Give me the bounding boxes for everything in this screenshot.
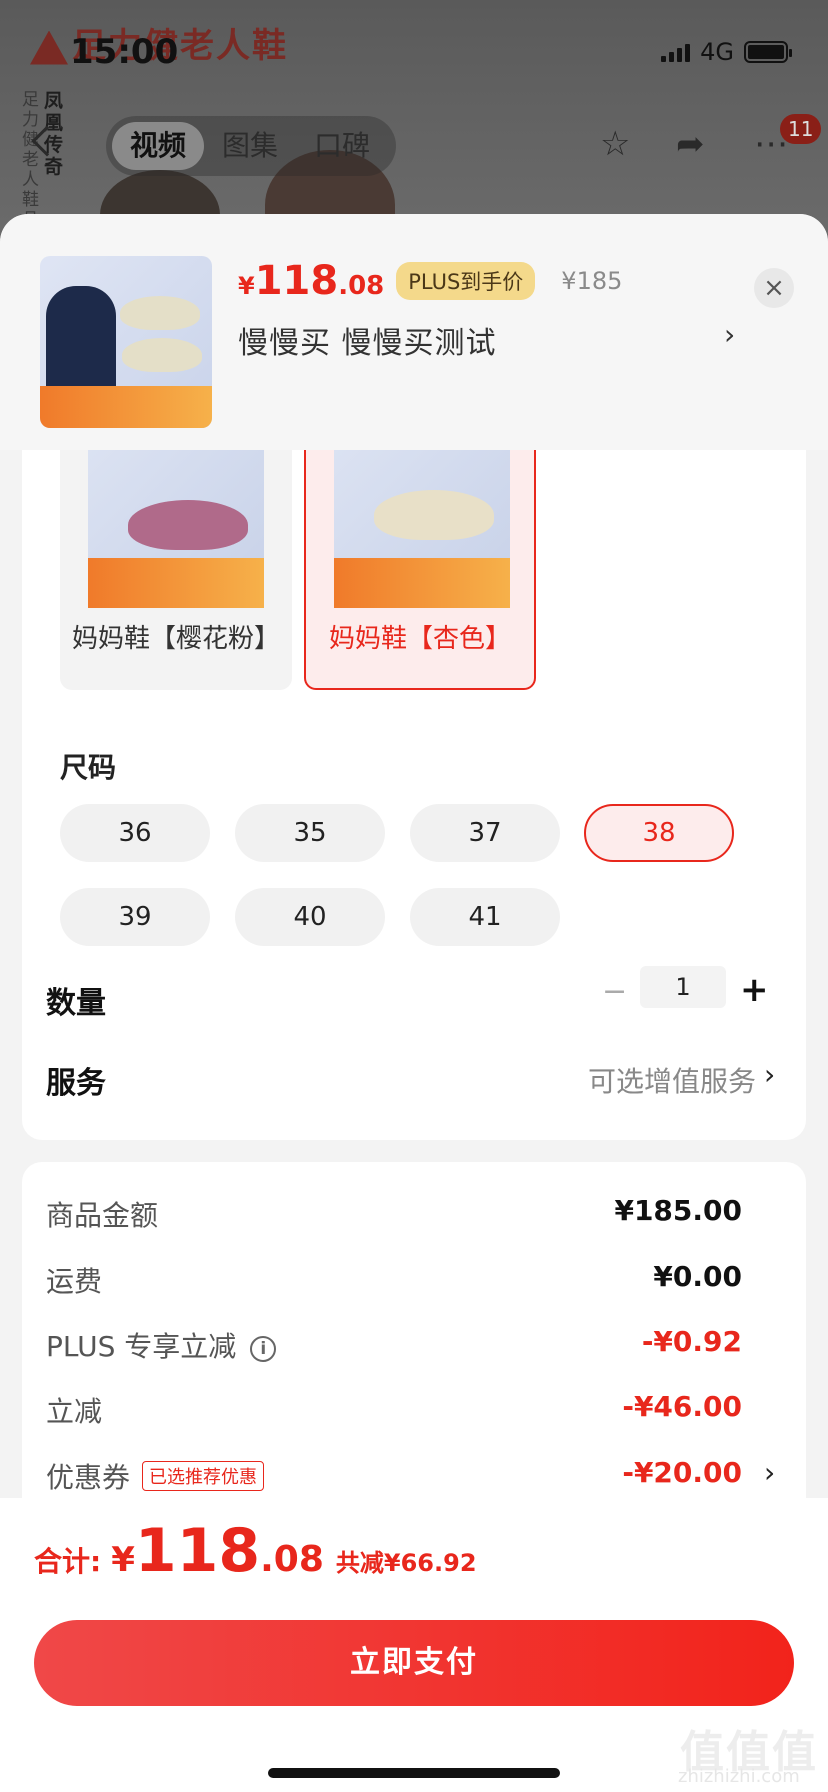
breakdown-label: 立减 (46, 1395, 103, 1428)
price-breakdown: 商品金额 ¥185.00 运费 ¥0.00 PLUS 专享立减 i -¥0.92 … (22, 1162, 806, 1542)
tab-gallery[interactable]: 图集 (204, 122, 296, 170)
tab-reviews[interactable]: 口碑 (296, 122, 388, 170)
breakdown-row: 商品金额 ¥185.00 (22, 1188, 806, 1238)
network-type: 4G (700, 38, 734, 66)
promo-person-image (46, 286, 116, 396)
total-row: 合计: ¥ 118 .08 共减¥66.92 (34, 1516, 477, 1586)
battery-icon (744, 41, 792, 63)
breakdown-value: ¥0.00 (653, 1260, 742, 1293)
shoe-image (122, 338, 202, 372)
status-indicators: 4G (661, 38, 792, 66)
size-option[interactable]: 37 (410, 804, 560, 862)
breakdown-label: 商品金额 (46, 1199, 159, 1232)
product-thumbnail (40, 256, 212, 428)
breakdown-value: -¥0.92 (641, 1325, 742, 1358)
color-option-label: 妈妈鞋【杏色】 (328, 624, 511, 654)
color-option-label: 妈妈鞋【樱花粉】 (71, 624, 280, 654)
breakdown-row: PLUS 专享立减 i -¥0.92 (22, 1319, 806, 1369)
size-option[interactable]: 40 (235, 888, 385, 946)
checkout-footer: 合计: ¥ 118 .08 共减¥66.92 立即支付 值值值 zhizhizh… (0, 1498, 828, 1792)
product-header: ¥ 118 .08 PLUS到手价 ¥185 × 慢慢买 慢慢买测试 › (0, 214, 828, 450)
watermark-url: zhizhizhi.com (678, 1766, 800, 1787)
close-icon[interactable]: × (754, 268, 794, 308)
minus-icon[interactable]: − (602, 974, 627, 1009)
status-time: 15:00 (70, 32, 179, 72)
size-option[interactable]: 39 (60, 888, 210, 946)
star-icon[interactable]: ☆ (600, 124, 630, 164)
shoe-image (120, 296, 200, 330)
quantity-title: 数量 (46, 986, 106, 1021)
currency-symbol: ¥ (238, 272, 255, 300)
media-tabs: 视频 图集 口碑 (106, 116, 396, 176)
price-decimal: .08 (338, 271, 385, 301)
size-option-selected[interactable]: 38 (584, 804, 734, 862)
promo-banner (88, 558, 264, 608)
shoe-image (128, 500, 248, 550)
notification-badge: 11 (780, 114, 822, 144)
breakdown-row: 立减 -¥46.00 (22, 1384, 806, 1434)
color-option-pink[interactable]: 妈妈鞋【樱花粉】 (60, 450, 292, 690)
tab-video[interactable]: 视频 (112, 122, 205, 170)
share-icon[interactable]: ➦ (676, 124, 705, 164)
price-integer: 118 (254, 258, 339, 304)
currency-symbol: ¥ (111, 1540, 135, 1580)
color-option-apricot[interactable]: 妈妈鞋【杏色】 (304, 450, 536, 690)
home-indicator[interactable] (268, 1768, 560, 1778)
breakdown-label: PLUS 专享立减 i (46, 1325, 277, 1365)
size-option[interactable]: 41 (410, 888, 560, 946)
product-subtitle: 慢慢买 慢慢买测试 (238, 326, 497, 361)
total-decimal: .08 (260, 1539, 324, 1580)
total-saved: 共减¥66.92 (335, 1549, 477, 1577)
info-icon[interactable]: i (250, 1336, 277, 1362)
breakdown-value: -¥46.00 (622, 1390, 742, 1423)
plus-icon[interactable]: + (740, 970, 769, 1010)
breakdown-label: 运费 (46, 1265, 103, 1298)
promo-banner (334, 558, 510, 608)
color-option-image (334, 450, 510, 608)
service-title: 服务 (46, 1066, 106, 1101)
total-integer: 118 (134, 1516, 261, 1586)
promo-banner (40, 386, 212, 428)
breakdown-row: 运费 ¥0.00 (22, 1254, 806, 1304)
size-option[interactable]: 35 (235, 804, 385, 862)
total-label: 合计: (34, 1545, 102, 1578)
coupon-row[interactable]: 优惠券 已选推荐优惠 -¥20.00 › (22, 1450, 806, 1500)
signal-icon (661, 42, 691, 62)
chevron-right-icon[interactable]: › (764, 1058, 775, 1091)
chevron-right-icon[interactable]: › (724, 318, 735, 351)
shoe-image (374, 490, 494, 540)
options-card: 妈妈鞋【樱花粉】 妈妈鞋【杏色】 尺码 36 35 37 38 39 40 41… (22, 450, 806, 1140)
price-row: ¥ 118 .08 PLUS到手价 ¥185 (238, 258, 622, 304)
quantity-value[interactable]: 1 (640, 966, 726, 1008)
color-option-image (88, 450, 264, 608)
pay-now-button[interactable]: 立即支付 (34, 1620, 794, 1706)
original-price: ¥185 (561, 267, 623, 295)
service-value[interactable]: 可选增值服务 (588, 1060, 756, 1100)
coupon-tag: 已选推荐优惠 (142, 1461, 265, 1491)
size-title: 尺码 (60, 751, 117, 784)
breakdown-value: ¥185.00 (614, 1194, 742, 1227)
breakdown-label: 优惠券 已选推荐优惠 (46, 1456, 265, 1496)
background-page: 足力健老人鞋 足力健老人鞋品牌 凤凰传奇 15:00 4G 视频 图集 口碑 ☆… (0, 0, 828, 240)
chevron-right-icon[interactable]: › (764, 1456, 775, 1489)
plus-price-tag: PLUS到手价 (396, 262, 536, 300)
size-option[interactable]: 36 (60, 804, 210, 862)
breakdown-value: -¥20.00 (622, 1456, 742, 1489)
